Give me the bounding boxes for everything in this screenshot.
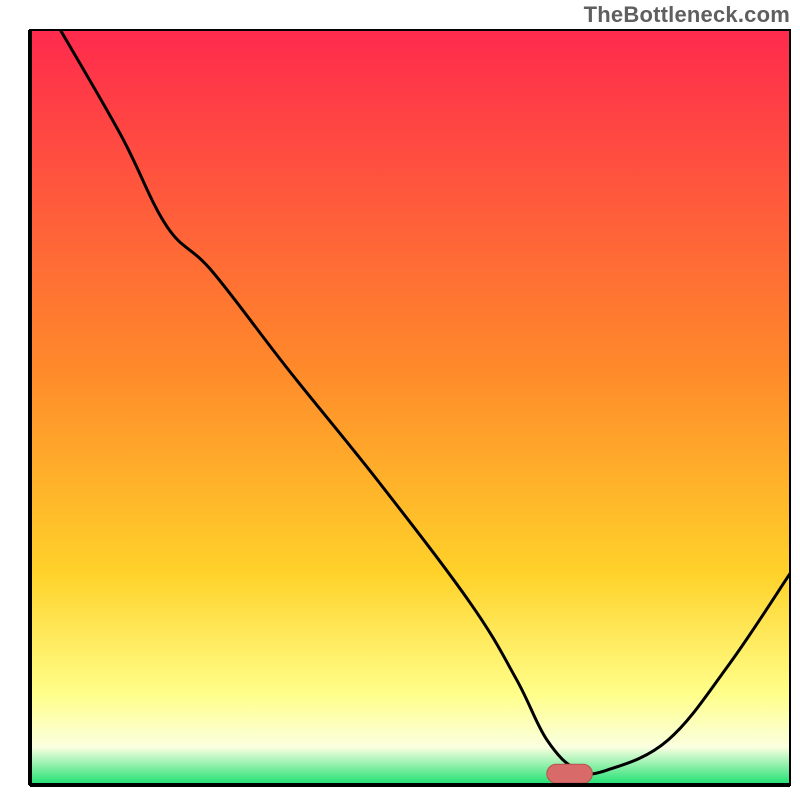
gradient-background (30, 30, 790, 785)
chart-svg (0, 0, 800, 800)
bottleneck-chart: TheBottleneck.com (0, 0, 800, 800)
optimal-marker (547, 764, 593, 783)
